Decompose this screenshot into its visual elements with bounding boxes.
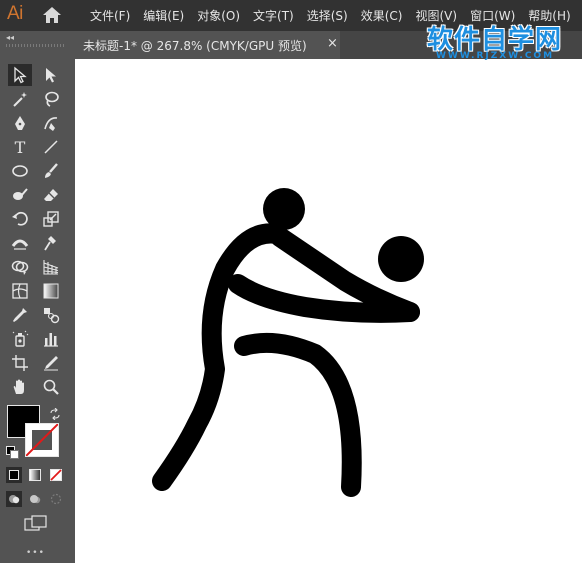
home-icon[interactable] (42, 6, 62, 24)
draw-normal-icon[interactable] (6, 491, 22, 507)
menu-object[interactable]: 对象(O) (197, 7, 240, 24)
line-segment-tool-icon[interactable] (39, 136, 63, 158)
menu-edit[interactable]: 编辑(E) (143, 7, 184, 24)
gradient-tool-icon[interactable] (39, 280, 63, 302)
column-graph-tool-icon[interactable] (39, 328, 63, 350)
menu-file[interactable]: 文件(F) (90, 7, 130, 24)
artboard-tool-icon[interactable] (8, 352, 32, 374)
rotate-tool-icon[interactable] (8, 208, 32, 230)
type-tool-icon[interactable]: T (8, 136, 32, 158)
zoom-tool-icon[interactable] (39, 376, 63, 398)
eyedropper-tool-icon[interactable] (8, 304, 32, 326)
artboard-canvas[interactable] (75, 59, 582, 563)
paintbrush-tool-icon[interactable] (39, 160, 63, 182)
mesh-tool-icon[interactable] (8, 280, 32, 302)
collapse-panel-icon[interactable]: ◂◂ (6, 33, 14, 42)
app-logo: Ai (7, 3, 23, 24)
swap-colors-icon[interactable] (49, 405, 61, 421)
player-back-leg (234, 332, 362, 497)
document-tab[interactable]: 未标题-1* @ 267.8% (CMYK/GPU 预览) × (73, 31, 340, 59)
slice-tool-icon[interactable] (39, 352, 63, 374)
volleyball-pictogram[interactable] (75, 59, 582, 563)
gradient-mode-button[interactable] (27, 467, 43, 483)
shape-builder-tool-icon[interactable] (8, 256, 32, 278)
symbol-sprayer-tool-icon[interactable] (8, 328, 32, 350)
draw-behind-icon[interactable] (27, 491, 43, 507)
close-icon[interactable]: × (327, 36, 338, 51)
svg-text:T: T (15, 138, 26, 156)
menu-effect[interactable]: 效果(C) (361, 7, 403, 24)
hand-tool-icon[interactable] (8, 376, 32, 398)
volleyball-ball (378, 236, 424, 282)
default-colors-icon[interactable] (6, 446, 19, 459)
eraser-tool-icon[interactable] (39, 184, 63, 206)
watermark-url: WWW.RJZXW.COM (436, 51, 555, 61)
blend-tool-icon[interactable] (39, 304, 63, 326)
width-tool-icon[interactable] (8, 232, 32, 254)
color-mode-button[interactable] (6, 467, 22, 483)
menu-select[interactable]: 选择(S) (307, 7, 348, 24)
more-tools-icon[interactable]: ••• (26, 548, 45, 558)
lasso-tool-icon[interactable] (39, 88, 63, 110)
selection-tool-icon[interactable] (8, 64, 32, 86)
magic-wand-tool-icon[interactable] (8, 88, 32, 110)
scale-tool-icon[interactable] (39, 208, 63, 230)
player-torso-leg (152, 223, 287, 491)
tools-panel: ◂◂ T ••• (0, 31, 73, 563)
pen-tool-icon[interactable] (8, 112, 32, 134)
puppet-warp-tool-icon[interactable] (39, 232, 63, 254)
panel-grip[interactable] (6, 44, 66, 47)
perspective-grid-tool-icon[interactable] (39, 256, 63, 278)
document-tab-title: 未标题-1* @ 267.8% (CMYK/GPU 预览) (83, 38, 307, 53)
curvature-tool-icon[interactable] (39, 112, 63, 134)
stroke-color-swatch[interactable] (25, 423, 59, 457)
screen-mode-icon[interactable] (24, 515, 48, 533)
none-mode-button[interactable] (48, 467, 64, 483)
shaper-tool-icon[interactable] (8, 184, 32, 206)
direct-selection-tool-icon[interactable] (39, 64, 63, 86)
menu-type[interactable]: 文字(T) (253, 7, 294, 24)
draw-inside-icon[interactable] (48, 491, 64, 507)
ellipse-tool-icon[interactable] (8, 160, 32, 182)
